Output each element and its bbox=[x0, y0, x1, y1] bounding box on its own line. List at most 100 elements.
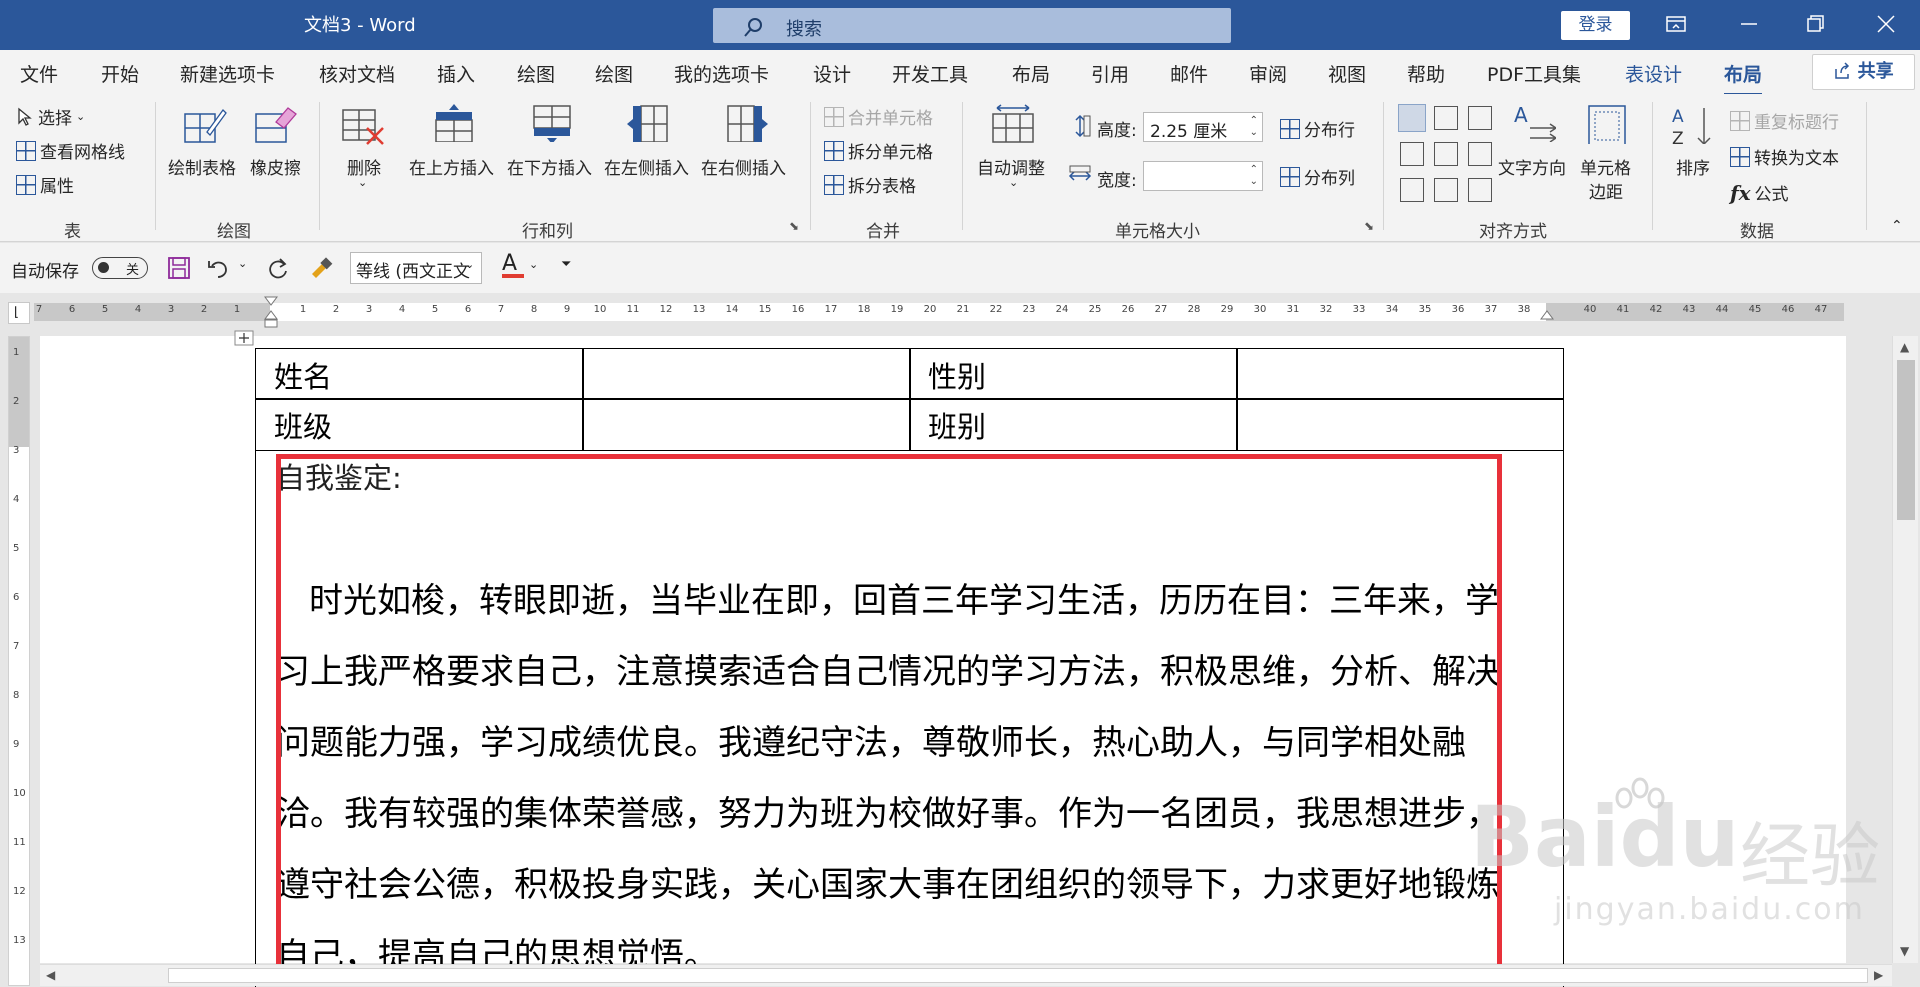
split-table-button[interactable]: 拆分表格 bbox=[824, 172, 916, 197]
table-cell[interactable] bbox=[582, 398, 911, 451]
tab-draw-2[interactable]: 绘图 bbox=[595, 60, 633, 87]
tab-design[interactable]: 设计 bbox=[813, 60, 851, 87]
ruler-number: 35 bbox=[1418, 304, 1432, 315]
tab-review[interactable]: 审阅 bbox=[1249, 60, 1287, 87]
tab-my-tab[interactable]: 我的选项卡 bbox=[674, 60, 769, 87]
vruler-number: 5 bbox=[13, 543, 20, 554]
repeat-header-icon bbox=[1730, 110, 1750, 131]
table-move-handle-icon[interactable] bbox=[234, 330, 254, 346]
tab-new-tab[interactable]: 新建选项卡 bbox=[180, 60, 275, 87]
dialog-launcher-icon[interactable]: ⬊ bbox=[1364, 219, 1374, 233]
align-top-center-icon[interactable] bbox=[1434, 106, 1458, 130]
convert-to-text-button[interactable]: 转换为文本 bbox=[1730, 144, 1839, 169]
collapse-ribbon-icon[interactable]: ⌃ bbox=[1891, 218, 1903, 234]
table-cell[interactable]: 班别 bbox=[909, 398, 1238, 451]
spin-down-icon[interactable]: ⌄ bbox=[1250, 177, 1258, 187]
customize-qat-icon[interactable]: ⏷ bbox=[561, 257, 571, 272]
scroll-down-icon[interactable]: ▼ bbox=[1900, 944, 1909, 958]
autosave-toggle[interactable]: 关 bbox=[92, 257, 148, 279]
spin-down-icon[interactable]: ⌄ bbox=[1250, 128, 1258, 138]
align-bottom-right-icon[interactable] bbox=[1468, 178, 1492, 202]
minimize-icon[interactable] bbox=[1731, 8, 1767, 40]
table-cell[interactable]: 姓名 bbox=[255, 348, 584, 400]
convert-to-text-label: 转换为文本 bbox=[1754, 149, 1839, 169]
tab-insert[interactable]: 插入 bbox=[437, 60, 475, 87]
table-cell[interactable] bbox=[582, 348, 911, 400]
redo-icon[interactable] bbox=[266, 256, 290, 280]
table-cell[interactable] bbox=[1236, 398, 1564, 451]
align-bottom-center-icon[interactable] bbox=[1434, 178, 1458, 202]
align-top-left-icon[interactable] bbox=[1398, 104, 1426, 132]
width-input[interactable]: ⌃ ⌄ bbox=[1143, 161, 1263, 191]
formula-button[interactable]: fx 公式 bbox=[1730, 180, 1789, 206]
share-button[interactable]: 共享 bbox=[1812, 54, 1915, 90]
view-gridlines-button[interactable]: 查看网格线 bbox=[16, 138, 125, 163]
scroll-thumb[interactable] bbox=[1897, 360, 1915, 520]
indent-marker-icon[interactable] bbox=[264, 296, 278, 328]
select-button[interactable]: 选择 ⌄ bbox=[16, 104, 85, 129]
spin-up-icon[interactable]: ⌃ bbox=[1250, 165, 1258, 175]
scroll-left-icon[interactable]: ◀ bbox=[46, 968, 55, 982]
align-middle-right-icon[interactable] bbox=[1468, 142, 1492, 166]
ruler-number: 36 bbox=[1451, 304, 1465, 315]
ruler-number: 21 bbox=[956, 304, 970, 315]
merge-cells-button[interactable]: 合并单元格 bbox=[824, 104, 933, 129]
undo-icon[interactable] bbox=[206, 256, 230, 280]
tab-selector[interactable]: ⌊ bbox=[8, 302, 30, 324]
ruler-number: 26 bbox=[1121, 304, 1135, 315]
scroll-right-icon[interactable]: ▶ bbox=[1874, 968, 1883, 982]
ribbon-display-options-icon[interactable] bbox=[1658, 8, 1694, 40]
tab-references[interactable]: 引用 bbox=[1091, 60, 1129, 87]
height-input[interactable]: 2.25 厘米 ⌃ ⌄ bbox=[1143, 112, 1263, 142]
tab-mailings[interactable]: 邮件 bbox=[1170, 60, 1208, 87]
horizontal-ruler[interactable]: ⌊ 7 6 5 4 3 2 1 1 2 3 4 5 6 7 8 9 10 11 12 13 14 15 16 17 18 19 20… bbox=[0, 294, 1920, 328]
distribute-rows-button[interactable]: 分布行 bbox=[1280, 116, 1355, 141]
spin-up-icon[interactable]: ⌃ bbox=[1250, 116, 1258, 126]
tab-developer[interactable]: 开发工具 bbox=[892, 60, 968, 87]
tab-file[interactable]: 文件 bbox=[20, 60, 58, 87]
tab-pdf-tools[interactable]: PDF工具集 bbox=[1487, 60, 1581, 87]
ruler-number: 2 bbox=[200, 304, 208, 315]
properties-button[interactable]: 属性 bbox=[16, 172, 74, 197]
tab-view[interactable]: 视图 bbox=[1328, 60, 1366, 87]
chevron-down-icon[interactable]: ⌄ bbox=[465, 258, 474, 271]
scroll-up-icon[interactable]: ▲ bbox=[1900, 340, 1909, 354]
save-icon[interactable] bbox=[167, 256, 191, 280]
dialog-launcher-icon[interactable]: ⬊ bbox=[789, 219, 799, 233]
restore-icon[interactable] bbox=[1797, 8, 1833, 40]
split-cells-button[interactable]: 拆分单元格 bbox=[824, 138, 933, 163]
align-middle-center-icon[interactable] bbox=[1434, 142, 1458, 166]
tab-table-design[interactable]: 表设计 bbox=[1625, 60, 1682, 87]
format-painter-icon[interactable] bbox=[308, 256, 334, 280]
font-color-icon[interactable]: A bbox=[502, 251, 524, 278]
tab-table-layout[interactable]: 布局 bbox=[1724, 60, 1763, 96]
distribute-columns-button[interactable]: 分布列 bbox=[1280, 164, 1355, 189]
close-icon[interactable] bbox=[1868, 8, 1904, 40]
tab-help[interactable]: 帮助 bbox=[1407, 60, 1445, 87]
table-cell[interactable]: 性别 bbox=[909, 348, 1238, 400]
chevron-down-icon[interactable]: ⌄ bbox=[238, 257, 247, 270]
tab-home[interactable]: 开始 bbox=[101, 60, 139, 87]
right-indent-marker-icon[interactable] bbox=[1540, 307, 1554, 327]
repeat-header-button[interactable]: 重复标题行 bbox=[1730, 108, 1839, 133]
table-cell[interactable] bbox=[1236, 348, 1564, 400]
align-middle-left-icon[interactable] bbox=[1400, 142, 1424, 166]
horizontal-scrollbar[interactable]: ◀ ▶ bbox=[40, 964, 1892, 986]
login-button[interactable]: 登录 bbox=[1561, 11, 1630, 40]
vruler-number: 10 bbox=[13, 788, 26, 799]
ruler-number: 6 bbox=[68, 304, 76, 315]
tab-draw-1[interactable]: 绘图 bbox=[517, 60, 555, 87]
align-top-right-icon[interactable] bbox=[1468, 106, 1492, 130]
tab-layout[interactable]: 布局 bbox=[1012, 60, 1050, 87]
scroll-thumb[interactable] bbox=[168, 968, 1868, 983]
vertical-scrollbar[interactable]: ▲ ▼ bbox=[1892, 336, 1918, 963]
split-cells-label: 拆分单元格 bbox=[848, 143, 933, 163]
search-box[interactable]: 搜索 bbox=[713, 8, 1231, 43]
table-cell[interactable]: 班级 bbox=[255, 398, 584, 451]
tab-review-doc[interactable]: 核对文档 bbox=[319, 60, 395, 87]
cell-section-label: 班别 bbox=[928, 410, 987, 444]
align-bottom-left-icon[interactable] bbox=[1400, 178, 1424, 202]
insert-left-label: 在左侧插入 bbox=[604, 159, 689, 179]
chevron-down-icon[interactable]: ⌄ bbox=[529, 258, 538, 271]
font-name-select[interactable]: 等线 (西文正文 bbox=[350, 252, 482, 284]
